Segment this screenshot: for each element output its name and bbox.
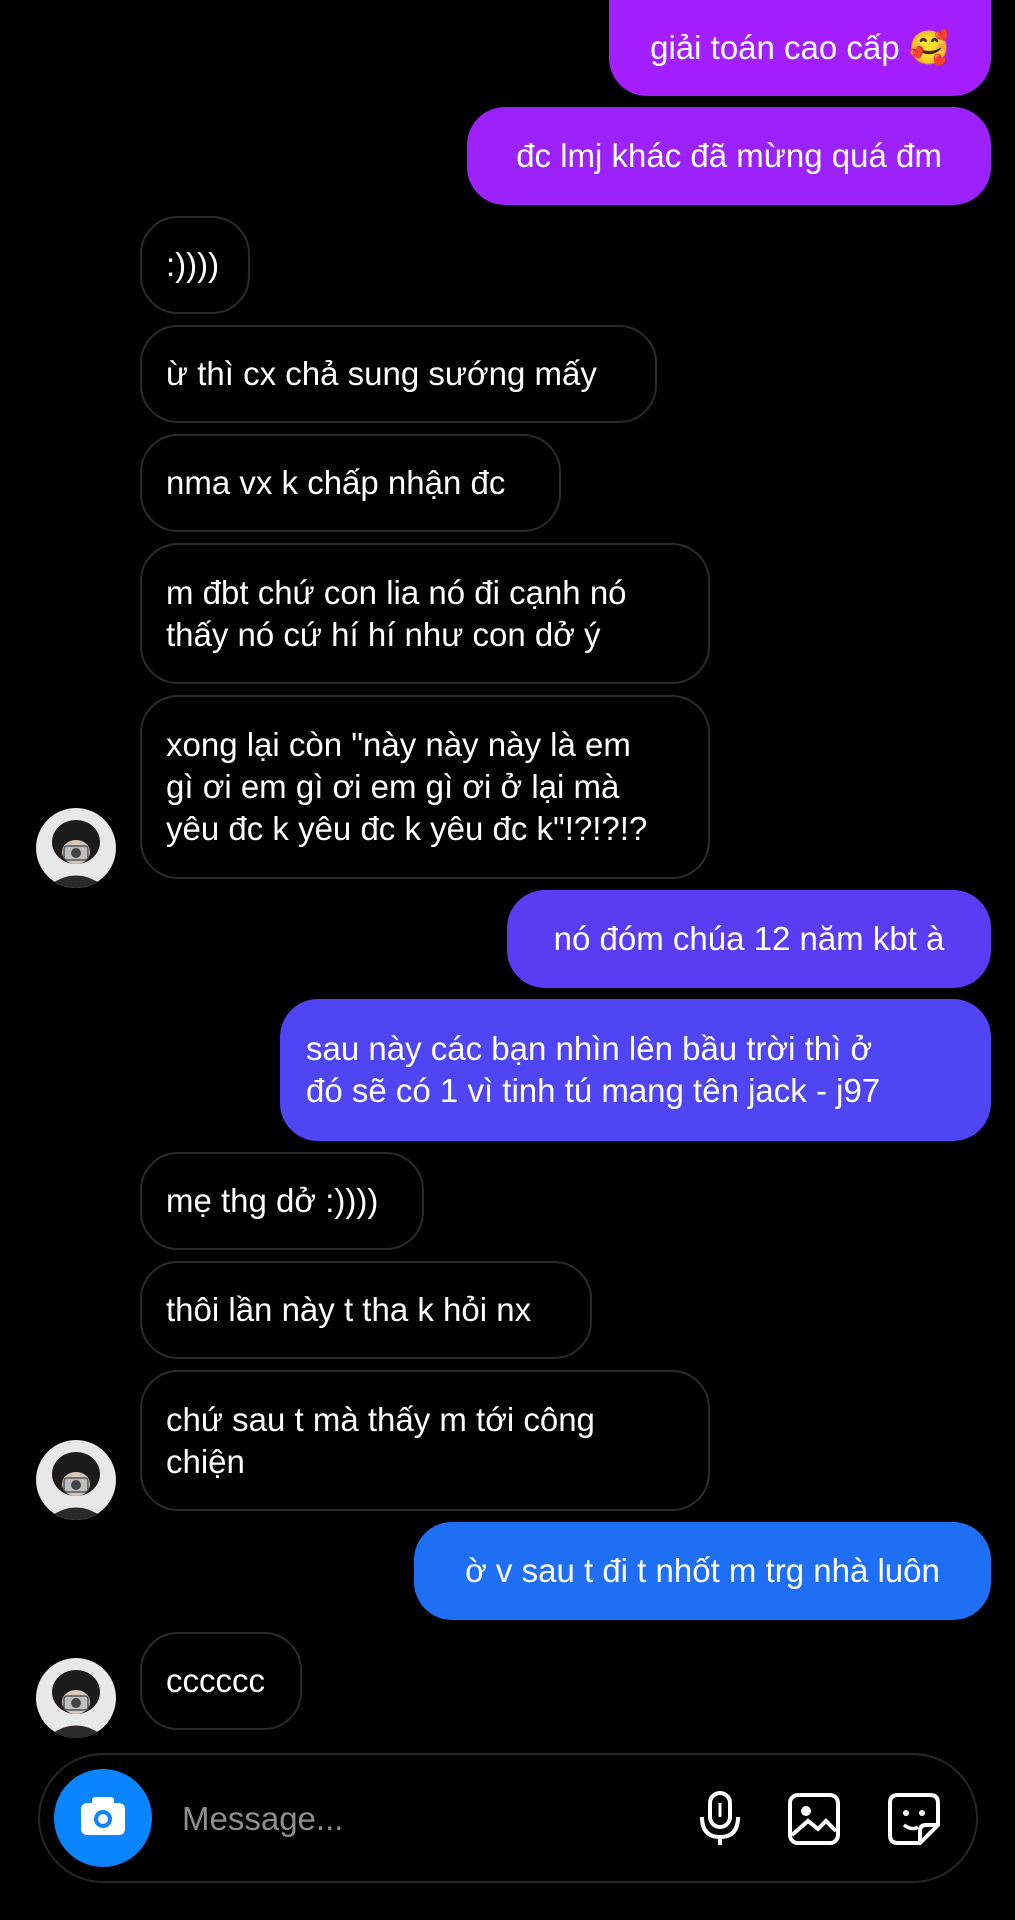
contact-avatar[interactable] — [36, 808, 116, 888]
contact-avatar[interactable] — [36, 1658, 116, 1738]
message-bubble-incoming[interactable]: mẹ thg dở :)))) — [140, 1152, 424, 1250]
message-text: thôi lần này t tha k hỏi nx — [166, 1291, 532, 1328]
microphone-icon[interactable] — [688, 1787, 752, 1851]
message-bubble-incoming[interactable]: :)))) — [140, 216, 250, 314]
message-text: nó đóm chúa 12 năm kbt à — [553, 920, 945, 957]
message-bubble-incoming[interactable]: xong lại còn "này này này là em gì ơi em… — [140, 695, 710, 879]
message-bubble-outgoing[interactable]: đc lmj khác đã mừng quá đm — [467, 107, 991, 205]
message-bubble-incoming[interactable]: nma vx k chấp nhận đc — [140, 434, 561, 532]
message-text: sau này các bạn nhìn lên bầu trời thì ở … — [306, 1030, 881, 1109]
message-bubble-outgoing[interactable]: ờ v sau t đi t nhốt m trg nhà luôn — [414, 1522, 991, 1620]
gallery-icon[interactable] — [782, 1787, 846, 1851]
camera-icon — [81, 1797, 125, 1835]
contact-avatar[interactable] — [36, 1440, 116, 1520]
message-bubble-outgoing[interactable]: sau này các bạn nhìn lên bầu trời thì ở … — [280, 999, 991, 1141]
message-text: ừ thì cx chả sung sướng mấy — [166, 355, 597, 392]
message-text: m đbt chứ con lia nó đi cạnh nó thấy nó … — [166, 573, 627, 653]
message-text: chứ sau t mà thấy m tới công chiện — [166, 1400, 595, 1480]
message-text: cccccc — [166, 1662, 265, 1699]
message-input[interactable] — [180, 1790, 564, 1848]
message-bubble-incoming[interactable]: thôi lần này t tha k hỏi nx — [140, 1261, 592, 1359]
message-text: mẹ thg dở :)))) — [166, 1182, 379, 1219]
sticker-icon[interactable] — [882, 1787, 946, 1851]
message-text: nma vx k chấp nhận đc — [166, 464, 506, 501]
message-text: :)))) — [166, 246, 220, 283]
message-bubble-incoming[interactable]: ừ thì cx chả sung sướng mấy — [140, 325, 657, 423]
message-bubble-incoming[interactable]: chứ sau t mà thấy m tới công chiện — [140, 1370, 710, 1511]
message-bubble-incoming[interactable]: m đbt chứ con lia nó đi cạnh nó thấy nó … — [140, 543, 710, 684]
message-text: đc lmj khác đã mừng quá đm — [516, 137, 942, 174]
camera-button[interactable] — [54, 1769, 152, 1867]
message-composer — [38, 1753, 978, 1883]
message-bubble-incoming[interactable]: cccccc — [140, 1632, 302, 1730]
message-bubble-outgoing[interactable]: nó đóm chúa 12 năm kbt à — [507, 890, 991, 988]
message-bubble-outgoing[interactable]: giải toán cao cấp 🥰 — [609, 0, 991, 96]
message-text: ờ v sau t đi t nhốt m trg nhà luôn — [465, 1552, 940, 1589]
message-text: xong lại còn "này này này là em gì ơi em… — [166, 726, 648, 847]
message-text: giải toán cao cấp 🥰 — [650, 29, 950, 66]
